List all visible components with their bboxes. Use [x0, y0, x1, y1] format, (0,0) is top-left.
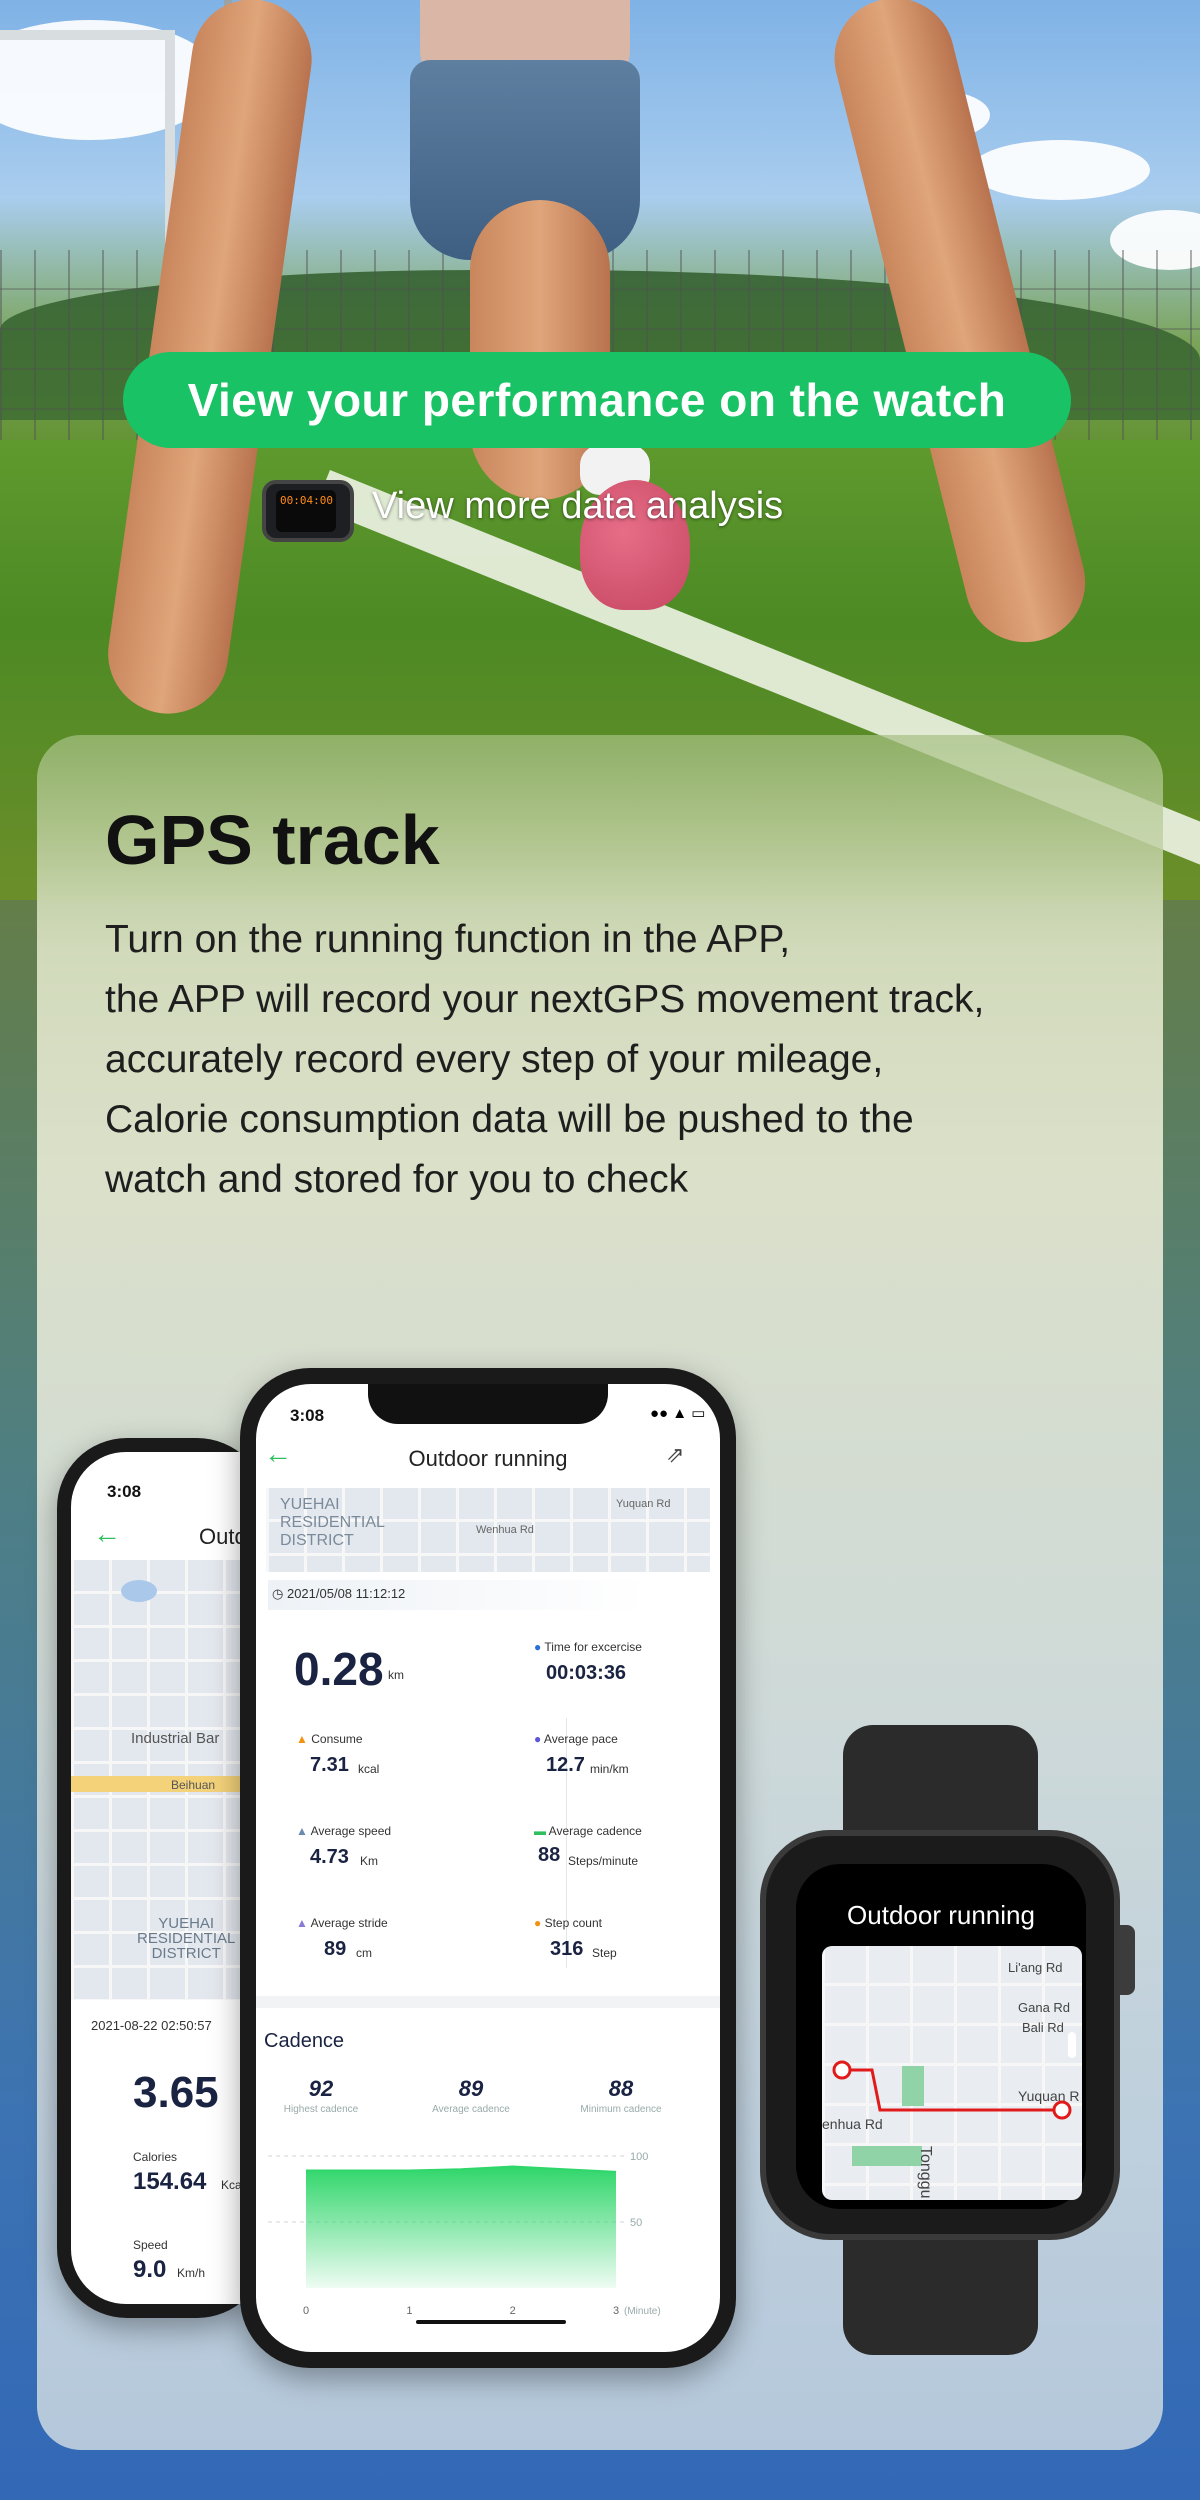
pace-label: Average pace	[543, 1732, 618, 1746]
wrist-watch-time: 00:04:00	[276, 490, 336, 532]
x-unit-label: (Minute)	[624, 2306, 661, 2317]
description-line: watch and stored for you to check	[105, 1158, 689, 1201]
front-phone: 3:08 ●● ▲ ▭ ← Outdoor running ⇗ YUEHAI R…	[240, 1368, 736, 2368]
speed-value: 9.0	[133, 2256, 167, 2283]
map-label: YUEHAI	[280, 1496, 340, 1513]
distance-value: 0.28	[294, 1643, 384, 1695]
steps-value: 316	[550, 1938, 584, 1960]
status-time: 3:08	[290, 1406, 325, 1425]
speed-icon: ▲	[296, 1824, 308, 1838]
x-tick-label: 2	[510, 2305, 516, 2317]
x-tick-label: 1	[406, 2305, 412, 2317]
pace-icon: ●	[534, 1732, 542, 1746]
cadence-chart: 100 50 0 1 2 3 (Minute)	[268, 2151, 661, 2324]
watch-title: Outdoor running	[847, 1900, 1035, 1930]
stride-label: Average stride	[310, 1916, 388, 1930]
avg-speed-unit: Km	[360, 1854, 378, 1868]
home-indicator	[416, 2320, 566, 2324]
front-phone-screen: 3:08 ●● ▲ ▭ ← Outdoor running ⇗ YUEHAI R…	[256, 1384, 720, 2352]
scroll-indicator	[1068, 2032, 1076, 2058]
avg-cadence-value: 88	[538, 1844, 561, 1866]
description-line: accurately record every step of your mil…	[105, 1038, 884, 1081]
screen-title: Outdoor running	[408, 1446, 568, 1471]
speed-unit: Km/h	[177, 2266, 206, 2280]
stride-unit: cm	[356, 1946, 372, 1960]
map-label: Yuquan Rd	[616, 1498, 671, 1510]
avg-cadence-label: Average cadence	[548, 1824, 642, 1838]
cadence-high: 92	[308, 2076, 334, 2101]
stride-value: 89	[324, 1938, 347, 1960]
cadence-icon: ▬	[534, 1824, 546, 1838]
pace-value: 12.7	[546, 1754, 585, 1776]
route-start-marker	[832, 2060, 852, 2080]
y-tick-label: 50	[630, 2217, 642, 2229]
avg-cadence-unit: Steps/minute	[568, 1854, 639, 1868]
speed-label: Speed	[133, 2238, 168, 2252]
calories-label: Calories	[133, 2150, 178, 2164]
clock-icon: ●	[534, 1640, 542, 1654]
back-arrow-icon[interactable]: ←	[93, 1518, 121, 1550]
map-label: RESIDENTIAL	[137, 1930, 236, 1947]
flame-icon: ▲	[296, 1732, 308, 1746]
status-icons: ●● ▲ ▭	[650, 1405, 706, 1422]
share-icon[interactable]: ⇗	[666, 1442, 684, 1468]
back-timestamp: 2021-08-22 02:50:57	[91, 2018, 212, 2033]
headline-badge: View your performance on the watch	[123, 352, 1071, 448]
avg-speed-label: Average speed	[310, 1824, 392, 1838]
map-label: RESIDENTIAL	[280, 1514, 385, 1531]
front-phone-map[interactable]: YUEHAI RESIDENTIAL DISTRICT Wenhua Rd Yu…	[266, 1488, 710, 1572]
y-tick-label: 100	[630, 2151, 648, 2163]
map-label: Wenhua Rd	[476, 1524, 534, 1536]
back-phone: 3:08 ← Outd Industrial Bar Beihuan YUEHA…	[57, 1438, 301, 2318]
smartwatch: Outdoor running Li'ang Rd Gana Rd Bali R…	[760, 1830, 1120, 2240]
avg-speed-value: 4.73	[310, 1846, 349, 1868]
map-label: Beihuan	[171, 1778, 216, 1792]
footprint-icon: ●	[534, 1916, 542, 1930]
calories-value: 154.64	[133, 2168, 207, 2195]
description-line: Turn on the running function in the APP,	[105, 918, 791, 961]
distance-unit: km	[388, 1668, 404, 1682]
cadence-high-label: Highest cadence	[283, 2104, 359, 2115]
status-time: 3:08	[107, 1482, 142, 1501]
pace-unit: min/km	[590, 1762, 629, 1776]
gps-route	[832, 2060, 1072, 2120]
cloud	[970, 140, 1150, 200]
stride-icon: ▲	[296, 1916, 308, 1930]
cadence-avg-label: Average cadence	[432, 2104, 510, 2115]
steps-label: Step count	[544, 1916, 602, 1930]
x-tick-label: 0	[303, 2305, 309, 2317]
steps-unit: Step	[592, 1946, 617, 1960]
consume-unit: kcal	[358, 1762, 380, 1776]
route-end-marker	[1052, 2100, 1072, 2120]
wrist-watch: 00:04:00	[262, 480, 354, 542]
cadence-min: 88	[608, 2076, 634, 2101]
exercise-value: 00:03:36	[546, 1662, 627, 1684]
x-tick-label: 3	[613, 2305, 619, 2317]
watch-map[interactable]: Li'ang Rd Gana Rd Bali Rd Yuquan R enhua…	[822, 1946, 1082, 2200]
back-distance: 3.65	[133, 2068, 219, 2117]
map-label: DISTRICT	[280, 1532, 354, 1549]
map-label: DISTRICT	[151, 1945, 221, 1962]
cadence-min-label: Minimum cadence	[580, 2104, 662, 2115]
cadence-title: Cadence	[264, 2030, 345, 2052]
watch-screen: Outdoor running Li'ang Rd Gana Rd Bali R…	[796, 1864, 1086, 2209]
consume-label: Consume	[311, 1732, 363, 1746]
cadence-area	[306, 2166, 616, 2288]
consume-value: 7.31	[310, 1754, 349, 1776]
description-line: the APP will record your nextGPS movemen…	[105, 978, 985, 1021]
front-timestamp: ◷ 2021/05/08 11:12:12	[272, 1586, 406, 1601]
description-line: Calorie consumption data will be pushed …	[105, 1098, 914, 1141]
section-description: Turn on the running function in the APP,…	[105, 910, 1125, 1210]
exercise-label: Time for excercise	[544, 1640, 642, 1654]
cadence-avg: 89	[458, 2076, 484, 2101]
section-title: GPS track	[105, 801, 440, 879]
map-label: YUEHAI	[158, 1915, 215, 1932]
map-label: Industrial Bar	[131, 1730, 220, 1747]
hero-subtitle: View more data analysis	[372, 485, 784, 527]
